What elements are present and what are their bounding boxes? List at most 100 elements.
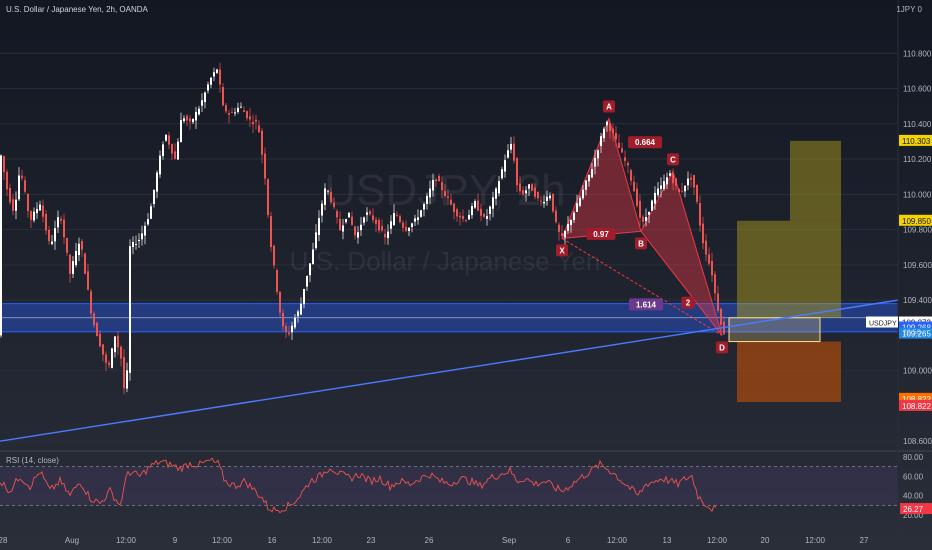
candle-body (642, 216, 644, 222)
candle-body (261, 130, 263, 155)
harmonic-point-x: X (559, 246, 565, 255)
candle-body (600, 136, 602, 147)
candle-body (141, 233, 143, 240)
candle-body (96, 322, 98, 337)
currency-label[interactable]: 1JPY 0 (896, 5, 922, 14)
candle-body (318, 218, 320, 236)
price-axis-tick: 110.800 (903, 49, 932, 58)
time-axis-tick: 12:00 (312, 536, 333, 545)
candle-body (567, 224, 569, 231)
candle-body (654, 192, 656, 204)
candle-body (228, 112, 230, 115)
candle-body (363, 217, 365, 223)
candle-body (585, 180, 587, 190)
candle-body (543, 202, 545, 204)
candle-body (327, 190, 329, 192)
entry-box (728, 317, 821, 343)
candle-body (183, 118, 185, 122)
candle-body (639, 200, 641, 218)
candle-body (573, 212, 575, 221)
rsi-title[interactable]: RSI (14, close) (6, 456, 59, 465)
time-axis-tick: 28 (0, 536, 8, 545)
candle-body (459, 215, 461, 218)
candle-body (414, 218, 416, 222)
candle-body (633, 181, 635, 192)
candle-body (618, 142, 620, 148)
candle-body (705, 240, 707, 255)
candle-body (105, 354, 107, 363)
candle-body (525, 190, 527, 194)
candle-body (165, 134, 167, 141)
candle-body (348, 212, 350, 218)
candle-body (522, 190, 524, 195)
candle-body (663, 181, 665, 189)
candle-body (321, 203, 323, 216)
candle-body (714, 274, 716, 294)
candle-body (21, 175, 23, 179)
candle-body (456, 209, 458, 217)
candle-body (84, 253, 86, 274)
candle-body (114, 336, 116, 353)
time-axis-tick: 27 (860, 536, 869, 545)
harmonic-ratio-label: 0.664 (635, 138, 656, 147)
candle-body (270, 216, 272, 248)
harmonic-point-a: A (606, 103, 612, 112)
time-axis-tick: 12:00 (607, 536, 628, 545)
candle-body (420, 210, 422, 217)
candle-body (450, 199, 452, 205)
candle-body (306, 275, 308, 287)
candle-body (534, 187, 536, 197)
candle-body (144, 225, 146, 236)
candle-body (513, 143, 515, 161)
candle-body (75, 250, 77, 266)
candle-body (30, 210, 32, 220)
candle-body (120, 346, 122, 359)
stop-zone (737, 341, 841, 403)
candle-body (6, 171, 8, 190)
candle-body (582, 189, 584, 199)
chart-canvas[interactable]: USDJPY, 2hU.S. Dollar / Japanese YenXABC… (0, 0, 932, 550)
candle-body (42, 205, 44, 217)
candle-body (222, 87, 224, 106)
candle-body (72, 261, 74, 274)
price-axis-tick: 109.000 (903, 367, 932, 376)
candle-body (33, 211, 35, 221)
candle-body (168, 135, 170, 145)
candle-body (126, 370, 128, 389)
time-axis-tick: 23 (367, 536, 376, 545)
rsi-value-label: 26.27 (903, 505, 924, 514)
candle-body (612, 128, 614, 134)
candle-body (591, 169, 593, 178)
candle-body (558, 224, 560, 232)
candle-body (519, 183, 521, 192)
candle-body (702, 223, 704, 244)
candle-body (330, 192, 332, 203)
candle-body (177, 141, 179, 160)
candle-body (282, 312, 284, 327)
candle-body (444, 191, 446, 196)
candle-body (312, 249, 314, 264)
time-axis-tick: 6 (566, 536, 571, 545)
candle-body (180, 120, 182, 143)
candle-body (579, 197, 581, 206)
candle-body (354, 226, 356, 236)
candle-body (195, 112, 197, 121)
harmonic-point-b: B (638, 239, 644, 248)
candle-body (615, 132, 617, 140)
candle-body (645, 217, 647, 222)
candle-body (123, 357, 125, 389)
price-axis-tick: 110.200 (903, 155, 932, 164)
candle-body (465, 220, 467, 222)
candle-body (531, 184, 533, 191)
candle-body (372, 215, 374, 221)
target-zone-1 (737, 220, 841, 318)
candle-body (441, 182, 443, 191)
candle-body (366, 212, 368, 215)
candle-body (24, 180, 26, 192)
candle-body (369, 211, 371, 215)
candle-body (201, 100, 203, 106)
candle-body (552, 193, 554, 212)
candle-body (78, 243, 80, 256)
candle-body (285, 325, 287, 332)
candle-body (192, 118, 194, 123)
